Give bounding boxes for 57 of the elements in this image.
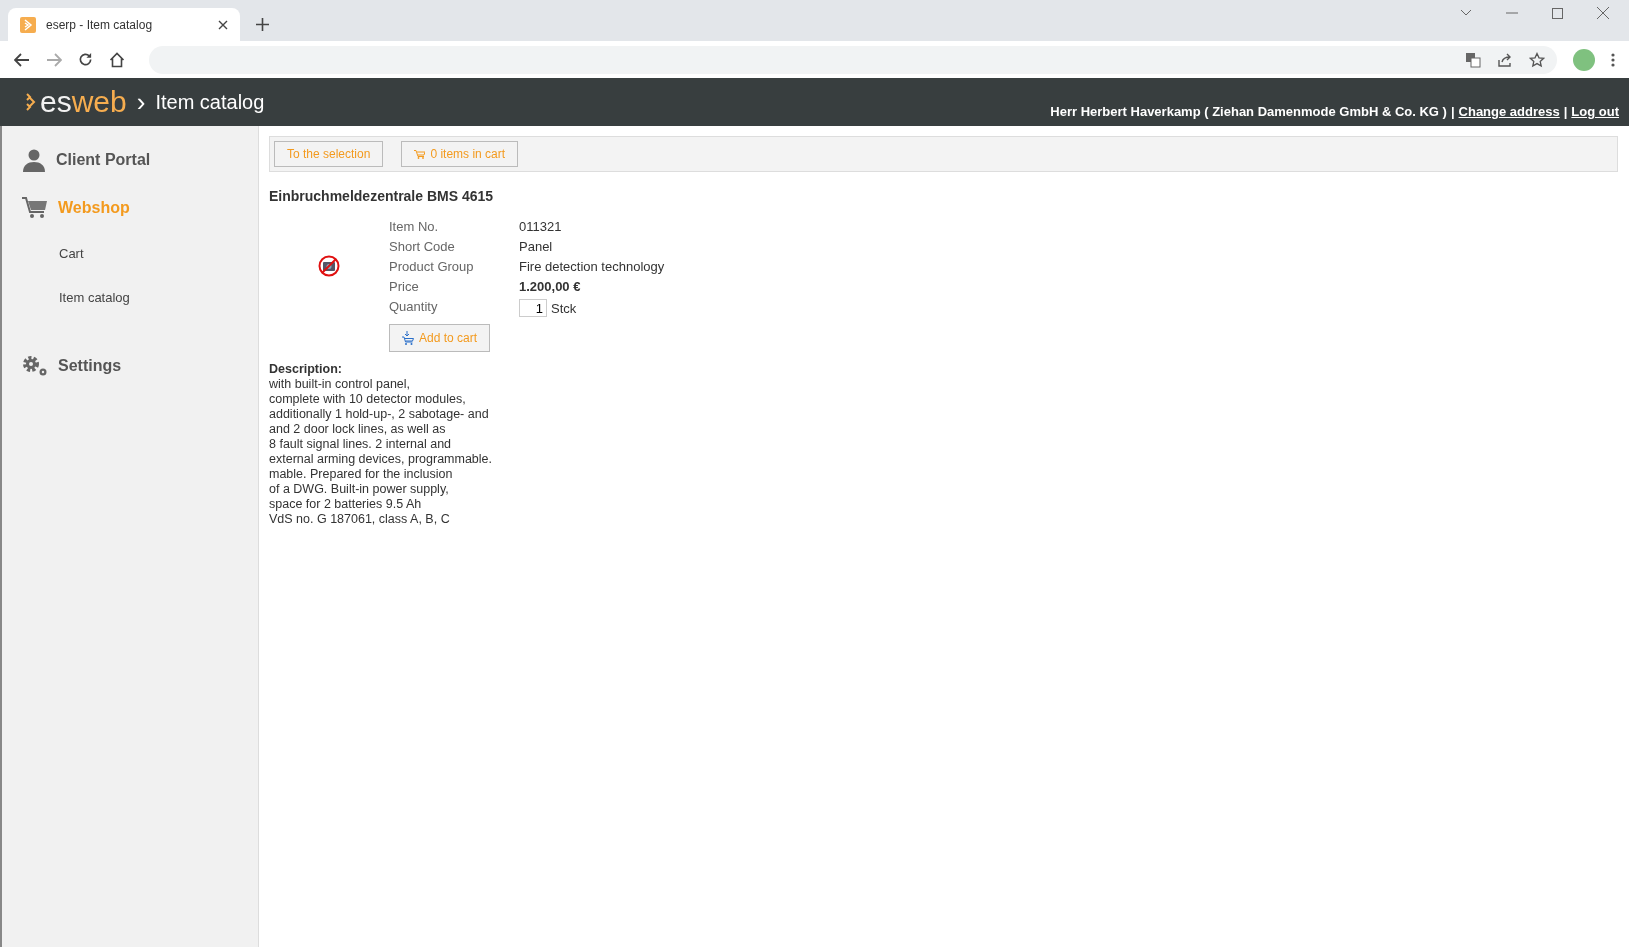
description-line: space for 2 batteries 9.5 Ah (269, 497, 423, 512)
chevron-down-icon[interactable] (1460, 9, 1472, 17)
field-value: Fire detection technology (519, 258, 665, 274)
browser-tab[interactable]: eserp - Item catalog (8, 8, 240, 41)
field-value: Panel (519, 238, 553, 254)
logo-text[interactable]: esweb (40, 87, 127, 117)
gears-icon (22, 355, 48, 377)
field-value: 011321 (519, 218, 562, 234)
log-out-link[interactable]: Log out (1571, 104, 1619, 119)
description-line: mable. Prepared for the inclusion (269, 467, 454, 482)
sidebar-subitem[interactable]: Item catalog (2, 276, 258, 320)
field-label: Short Code (389, 238, 456, 254)
reload-icon[interactable] (78, 52, 93, 67)
back-arrow-icon[interactable] (14, 52, 30, 67)
unit-label: Stck (551, 300, 577, 316)
no-image-icon (318, 255, 340, 277)
cart-icon (22, 197, 48, 219)
tab-title: eserp - Item catalog (46, 17, 154, 32)
home-icon[interactable] (109, 51, 125, 68)
divider-text: | (1450, 104, 1455, 119)
sidebar-item[interactable]: Client Portal (56, 151, 151, 169)
field-value: 1.200,00 € (519, 278, 581, 294)
field-label: Item No. (389, 218, 440, 234)
description-line: external arming devices, programmable. (269, 452, 494, 467)
translate-icon[interactable] (1465, 51, 1481, 68)
page-title: Item catalog (155, 90, 265, 114)
app-logo-icon (20, 16, 36, 33)
description-line: and 2 door lock lines, as well as (269, 422, 447, 437)
sidebar-item[interactable]: Settings (58, 357, 122, 375)
sidebar-subitem[interactable]: Cart (2, 232, 258, 276)
close-icon[interactable] (218, 19, 228, 30)
description-line: additionally 1 hold-up-, 2 sabotage- and (269, 407, 490, 422)
person-icon (22, 148, 46, 172)
description-line: complete with 10 detector modules, (269, 392, 467, 407)
field-label: Quantity (389, 298, 439, 314)
divider-text: | (1563, 104, 1568, 119)
user-name: Herr Herbert Haverkamp ( Ziehan Damenmode GmbH & Co. KG ) (1050, 104, 1447, 119)
share-icon[interactable] (1497, 51, 1513, 68)
cart-icon (414, 149, 426, 159)
breadcrumb-separator: › (136, 86, 146, 118)
cart-add-icon (402, 331, 414, 345)
description-line: 8 fault signal lines. 2 internal and (269, 437, 453, 452)
description-line: with built-in control panel, (269, 377, 412, 392)
close-icon[interactable] (1597, 7, 1609, 19)
star-icon[interactable] (1529, 51, 1545, 68)
quantity-field[interactable]: 1 (519, 299, 547, 317)
description-label: Description: (269, 362, 343, 377)
arrows-logo-icon (26, 92, 36, 112)
field-label: Product Group (389, 258, 475, 274)
menu-icon[interactable] (1611, 52, 1615, 67)
maximize-icon[interactable] (1552, 7, 1563, 19)
field-label: Price (389, 278, 420, 294)
description-line: VdS no. G 187061, class A, B, C (269, 512, 451, 527)
product-title: Einbruchmeldezentrale BMS 4615 (269, 188, 495, 204)
change-address-link[interactable]: Change address (1458, 104, 1560, 119)
description-line: of a DWG. Built-in power supply, (269, 482, 450, 497)
new-tab-icon[interactable] (256, 18, 269, 31)
